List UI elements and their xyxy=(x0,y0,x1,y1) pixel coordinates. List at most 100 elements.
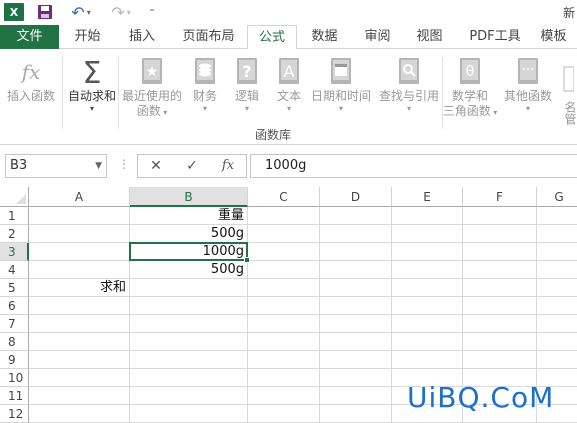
cell-d12[interactable] xyxy=(320,405,392,423)
cell-g1[interactable] xyxy=(537,207,577,225)
tab-review[interactable]: 审阅 xyxy=(355,25,400,49)
cell-a12[interactable] xyxy=(29,405,130,423)
cell-a1[interactable] xyxy=(29,207,130,225)
cell-b7[interactable] xyxy=(130,315,248,333)
cell-g9[interactable] xyxy=(537,351,577,369)
ribbon-button-lookup-reference[interactable]: 查找与引用 ▾ xyxy=(376,55,442,114)
insert-function-fx-icon[interactable]: fx xyxy=(218,157,238,175)
cell-a4[interactable] xyxy=(29,261,130,279)
cell-d10[interactable] xyxy=(320,369,392,387)
cell-e2[interactable] xyxy=(392,225,463,243)
cell-e1[interactable] xyxy=(392,207,463,225)
cell-b2[interactable]: 500g xyxy=(130,225,248,243)
cell-e4[interactable] xyxy=(392,261,463,279)
cell-e9[interactable] xyxy=(392,351,463,369)
ribbon-button-logical[interactable]: ? 逻辑 ▾ xyxy=(228,55,266,114)
cell-c3[interactable] xyxy=(248,243,320,261)
cell-c11[interactable] xyxy=(248,387,320,405)
cell-c5[interactable] xyxy=(248,279,320,297)
tab-data[interactable]: 数据 xyxy=(302,25,347,49)
cell-a2[interactable] xyxy=(29,225,130,243)
column-header-d[interactable]: D xyxy=(320,187,392,207)
row-header-2[interactable]: 2 xyxy=(0,225,29,243)
cell-b6[interactable] xyxy=(130,297,248,315)
save-icon[interactable] xyxy=(36,3,54,21)
name-box[interactable]: B3 ▼ xyxy=(5,154,107,178)
ribbon-button-text[interactable]: A 文本 ▾ xyxy=(270,55,308,114)
ribbon-button-autosum[interactable]: Σ 自动求和 ▾ xyxy=(64,55,120,114)
cell-g6[interactable] xyxy=(537,297,577,315)
name-manager-partial[interactable]: 名管 xyxy=(562,65,577,125)
tab-view[interactable]: 视图 xyxy=(407,25,452,49)
ribbon-button-recently-used[interactable]: ★ 最近使用的 函数 ▾ xyxy=(120,55,184,120)
undo-icon[interactable]: ↶ ▾ xyxy=(66,3,96,22)
cell-d5[interactable] xyxy=(320,279,392,297)
cell-c10[interactable] xyxy=(248,369,320,387)
customize-qat-icon[interactable]: ⁼ xyxy=(146,3,158,21)
cell-b12[interactable] xyxy=(130,405,248,423)
cell-e8[interactable] xyxy=(392,333,463,351)
formula-input[interactable]: 1000g xyxy=(250,154,577,178)
cell-b5[interactable] xyxy=(130,279,248,297)
cancel-icon[interactable]: ✕ xyxy=(146,157,166,175)
cell-f3[interactable] xyxy=(463,243,537,261)
tab-insert[interactable]: 插入 xyxy=(114,25,170,49)
column-header-a[interactable]: A xyxy=(29,187,130,207)
cell-a6[interactable] xyxy=(29,297,130,315)
row-header-5[interactable]: 5 xyxy=(0,279,29,297)
cell-c1[interactable] xyxy=(248,207,320,225)
select-all-corner[interactable] xyxy=(0,187,29,207)
cell-b4[interactable]: 500g xyxy=(130,261,248,279)
tab-pdf-tools[interactable]: PDF工具 xyxy=(460,25,530,49)
row-header-4[interactable]: 4 xyxy=(0,261,29,279)
row-header-1[interactable]: 1 xyxy=(0,207,29,225)
enter-check-icon[interactable]: ✓ xyxy=(182,157,202,175)
tab-template[interactable]: 模板 xyxy=(530,25,577,49)
tab-formulas[interactable]: 公式 xyxy=(247,25,297,50)
row-header-3[interactable]: 3 xyxy=(0,243,29,261)
cell-c7[interactable] xyxy=(248,315,320,333)
cell-d8[interactable] xyxy=(320,333,392,351)
cell-a11[interactable] xyxy=(29,387,130,405)
cell-a7[interactable] xyxy=(29,315,130,333)
cell-c6[interactable] xyxy=(248,297,320,315)
ribbon-button-math-trig[interactable]: θ 数学和 三角函数 ▾ xyxy=(440,55,500,120)
cell-d7[interactable] xyxy=(320,315,392,333)
cell-f1[interactable] xyxy=(463,207,537,225)
cell-a10[interactable] xyxy=(29,369,130,387)
cell-g3[interactable] xyxy=(537,243,577,261)
row-header-11[interactable]: 11 xyxy=(0,387,29,405)
cell-f7[interactable] xyxy=(463,315,537,333)
cell-a9[interactable] xyxy=(29,351,130,369)
cell-d9[interactable] xyxy=(320,351,392,369)
cell-c4[interactable] xyxy=(248,261,320,279)
cell-a8[interactable] xyxy=(29,333,130,351)
cell-d4[interactable] xyxy=(320,261,392,279)
cell-a3[interactable] xyxy=(29,243,130,261)
cell-f5[interactable] xyxy=(463,279,537,297)
column-header-g[interactable]: G xyxy=(537,187,577,207)
redo-icon[interactable]: ↷ ▾ xyxy=(106,3,136,22)
cell-b9[interactable] xyxy=(130,351,248,369)
column-header-f[interactable]: F xyxy=(463,187,537,207)
row-header-9[interactable]: 9 xyxy=(0,351,29,369)
cell-b11[interactable] xyxy=(130,387,248,405)
cell-c2[interactable] xyxy=(248,225,320,243)
cell-b3[interactable]: 1000g xyxy=(130,243,248,261)
cell-a5[interactable]: 求和 xyxy=(29,279,130,297)
column-header-c[interactable]: C xyxy=(248,187,320,207)
row-header-6[interactable]: 6 xyxy=(0,297,29,315)
cell-f2[interactable] xyxy=(463,225,537,243)
cell-b8[interactable] xyxy=(130,333,248,351)
cell-d1[interactable] xyxy=(320,207,392,225)
tab-file[interactable]: 文件 xyxy=(0,25,59,49)
ribbon-button-more-functions[interactable]: ··· 其他函数 ▾ xyxy=(500,55,556,114)
row-header-10[interactable]: 10 xyxy=(0,369,29,387)
cell-g4[interactable] xyxy=(537,261,577,279)
row-header-8[interactable]: 8 xyxy=(0,333,29,351)
cell-b10[interactable] xyxy=(130,369,248,387)
cell-g2[interactable] xyxy=(537,225,577,243)
tab-page-layout[interactable]: 页面布局 xyxy=(170,25,247,49)
row-header-7[interactable]: 7 xyxy=(0,315,29,333)
column-header-e[interactable]: E xyxy=(392,187,463,207)
